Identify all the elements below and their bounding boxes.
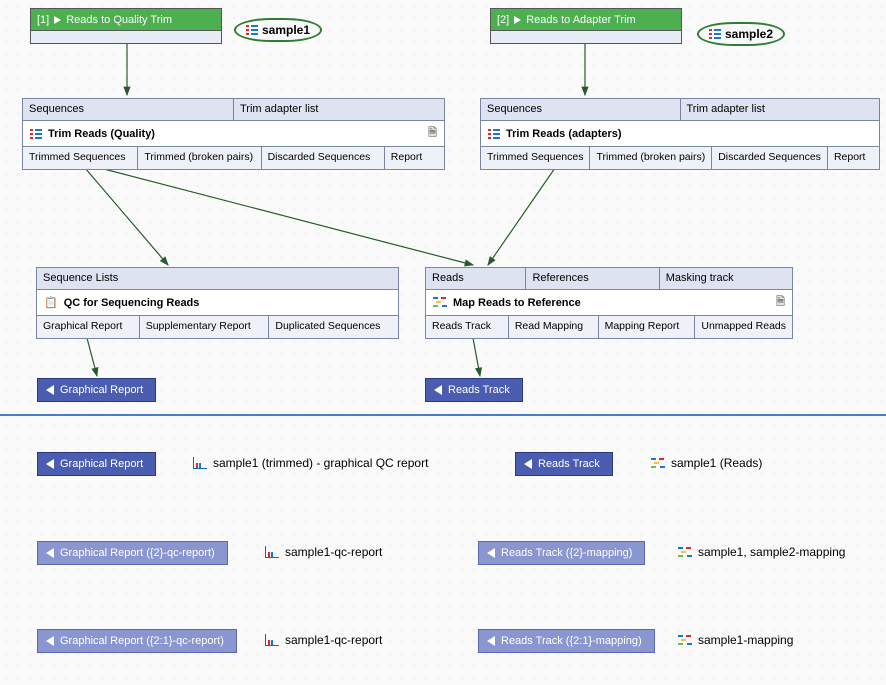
list-icon bbox=[246, 25, 258, 35]
output-reads-track[interactable]: Reads Track bbox=[425, 378, 523, 402]
arrow-left-icon bbox=[487, 636, 495, 646]
port-sequences[interactable]: Sequences bbox=[481, 99, 681, 121]
port-unmapped-reads[interactable]: Unmapped Reads bbox=[695, 316, 792, 338]
output-graphical-report-r1[interactable]: Graphical Report bbox=[37, 452, 156, 476]
input-node-adapter-trim[interactable]: [2] Reads to Adapter Trim bbox=[490, 8, 682, 44]
port-discarded[interactable]: Discarded Sequences bbox=[712, 147, 828, 169]
result-label-5: sample1-qc-report bbox=[265, 633, 382, 647]
proc-trim-quality[interactable]: Sequences Trim adapter list Trim Reads (… bbox=[22, 98, 445, 170]
result-label-3: sample1-qc-report bbox=[265, 545, 382, 559]
arrow-left-icon bbox=[46, 548, 54, 558]
result-text: sample1-qc-report bbox=[285, 633, 382, 647]
proc-map-reads[interactable]: Reads References Masking track Map Reads… bbox=[425, 267, 793, 339]
port-duplicated[interactable]: Duplicated Sequences bbox=[269, 316, 398, 338]
track-icon bbox=[433, 297, 447, 308]
port-reads[interactable]: Reads bbox=[426, 268, 526, 290]
arrow-right-icon bbox=[514, 16, 521, 24]
arrow-left-icon bbox=[46, 459, 54, 469]
input-footer bbox=[491, 31, 681, 43]
arrow-left-icon bbox=[487, 548, 495, 558]
list-icon bbox=[709, 29, 721, 39]
port-trimmed-sequences[interactable]: Trimmed Sequences bbox=[23, 147, 138, 169]
port-trim-adapter-list[interactable]: Trim adapter list bbox=[234, 99, 444, 121]
chip-label: Graphical Report bbox=[60, 384, 143, 396]
output-graphical-report-21[interactable]: Graphical Report ({2:1}-qc-report) bbox=[37, 629, 237, 653]
result-text: sample1 (Reads) bbox=[671, 456, 762, 470]
document-icon: 🗎 bbox=[776, 293, 785, 312]
list-icon bbox=[488, 129, 500, 139]
proc-title-text: QC for Sequencing Reads bbox=[64, 297, 200, 309]
chip-label: Reads Track bbox=[538, 458, 600, 470]
input-node-quality-trim[interactable]: [1] Reads to Quality Trim bbox=[30, 8, 222, 44]
chart-icon bbox=[265, 634, 279, 646]
sample-name: sample1 bbox=[262, 23, 310, 37]
input-label: Reads to Quality Trim bbox=[66, 14, 172, 26]
proc-title-text: Map Reads to Reference bbox=[453, 297, 581, 309]
chip-label: Reads Track bbox=[448, 384, 510, 396]
port-trimmed-broken[interactable]: Trimmed (broken pairs) bbox=[590, 147, 712, 169]
proc-trim-adapters[interactable]: Sequences Trim adapter list Trim Reads (… bbox=[480, 98, 880, 170]
chip-label: Graphical Report ({2:1}-qc-report) bbox=[60, 635, 224, 647]
port-read-mapping[interactable]: Read Mapping bbox=[509, 316, 599, 338]
output-reads-track-21[interactable]: Reads Track ({2:1}-mapping) bbox=[478, 629, 655, 653]
arrow-left-icon bbox=[524, 459, 532, 469]
proc-title-text: Trim Reads (Quality) bbox=[48, 128, 155, 140]
result-text: sample1 (trimmed) - graphical QC report bbox=[213, 456, 428, 470]
output-graphical-report-2[interactable]: Graphical Report ({2}-qc-report) bbox=[37, 541, 228, 565]
sample-badge-2: sample2 bbox=[697, 22, 785, 46]
arrow-right-icon bbox=[54, 16, 61, 24]
section-divider bbox=[0, 414, 886, 416]
track-icon bbox=[651, 458, 665, 469]
sample-badge-1: sample1 bbox=[234, 18, 322, 42]
chip-label: Reads Track ({2:1}-mapping) bbox=[501, 635, 642, 647]
input-label: Reads to Adapter Trim bbox=[526, 14, 635, 26]
arrow-left-icon bbox=[46, 385, 54, 395]
output-reads-track-r1[interactable]: Reads Track bbox=[515, 452, 613, 476]
list-icon bbox=[30, 129, 42, 139]
result-text: sample1, sample2-mapping bbox=[698, 545, 845, 559]
result-label-6: sample1-mapping bbox=[678, 633, 793, 647]
input-index: [2] bbox=[497, 14, 509, 26]
output-graphical-report[interactable]: Graphical Report bbox=[37, 378, 156, 402]
port-graphical-report[interactable]: Graphical Report bbox=[37, 316, 140, 338]
input-index: [1] bbox=[37, 14, 49, 26]
chip-label: Graphical Report bbox=[60, 458, 143, 470]
result-text: sample1-qc-report bbox=[285, 545, 382, 559]
port-sequence-lists[interactable]: Sequence Lists bbox=[37, 268, 398, 290]
input-footer bbox=[31, 31, 221, 43]
port-mapping-report[interactable]: Mapping Report bbox=[599, 316, 696, 338]
result-label-4: sample1, sample2-mapping bbox=[678, 545, 845, 559]
output-reads-track-2[interactable]: Reads Track ({2}-mapping) bbox=[478, 541, 645, 565]
proc-qc[interactable]: Sequence Lists 📋 QC for Sequencing Reads… bbox=[36, 267, 399, 339]
chart-icon bbox=[193, 457, 207, 469]
port-discarded[interactable]: Discarded Sequences bbox=[262, 147, 385, 169]
checklist-icon: 📋 bbox=[44, 296, 58, 309]
port-sequences[interactable]: Sequences bbox=[23, 99, 234, 121]
arrow-left-icon bbox=[434, 385, 442, 395]
track-icon bbox=[678, 547, 692, 558]
result-text: sample1-mapping bbox=[698, 633, 793, 647]
chip-label: Graphical Report ({2}-qc-report) bbox=[60, 547, 215, 559]
arrow-left-icon bbox=[46, 636, 54, 646]
port-masking-track[interactable]: Masking track bbox=[660, 268, 792, 290]
document-icon: 🗎 bbox=[428, 124, 437, 143]
port-trim-adapter-list[interactable]: Trim adapter list bbox=[681, 99, 880, 121]
port-report[interactable]: Report bbox=[828, 147, 879, 169]
result-label-2: sample1 (Reads) bbox=[651, 456, 762, 470]
proc-title-text: Trim Reads (adapters) bbox=[506, 128, 622, 140]
result-label-1: sample1 (trimmed) - graphical QC report bbox=[193, 456, 428, 470]
chip-label: Reads Track ({2}-mapping) bbox=[501, 547, 632, 559]
sample-name: sample2 bbox=[725, 27, 773, 41]
port-reads-track[interactable]: Reads Track bbox=[426, 316, 509, 338]
track-icon bbox=[678, 635, 692, 646]
port-supplementary-report[interactable]: Supplementary Report bbox=[140, 316, 270, 338]
port-trimmed-broken[interactable]: Trimmed (broken pairs) bbox=[138, 147, 261, 169]
port-references[interactable]: References bbox=[526, 268, 659, 290]
port-report[interactable]: Report bbox=[385, 147, 444, 169]
chart-icon bbox=[265, 546, 279, 558]
port-trimmed-sequences[interactable]: Trimmed Sequences bbox=[481, 147, 590, 169]
